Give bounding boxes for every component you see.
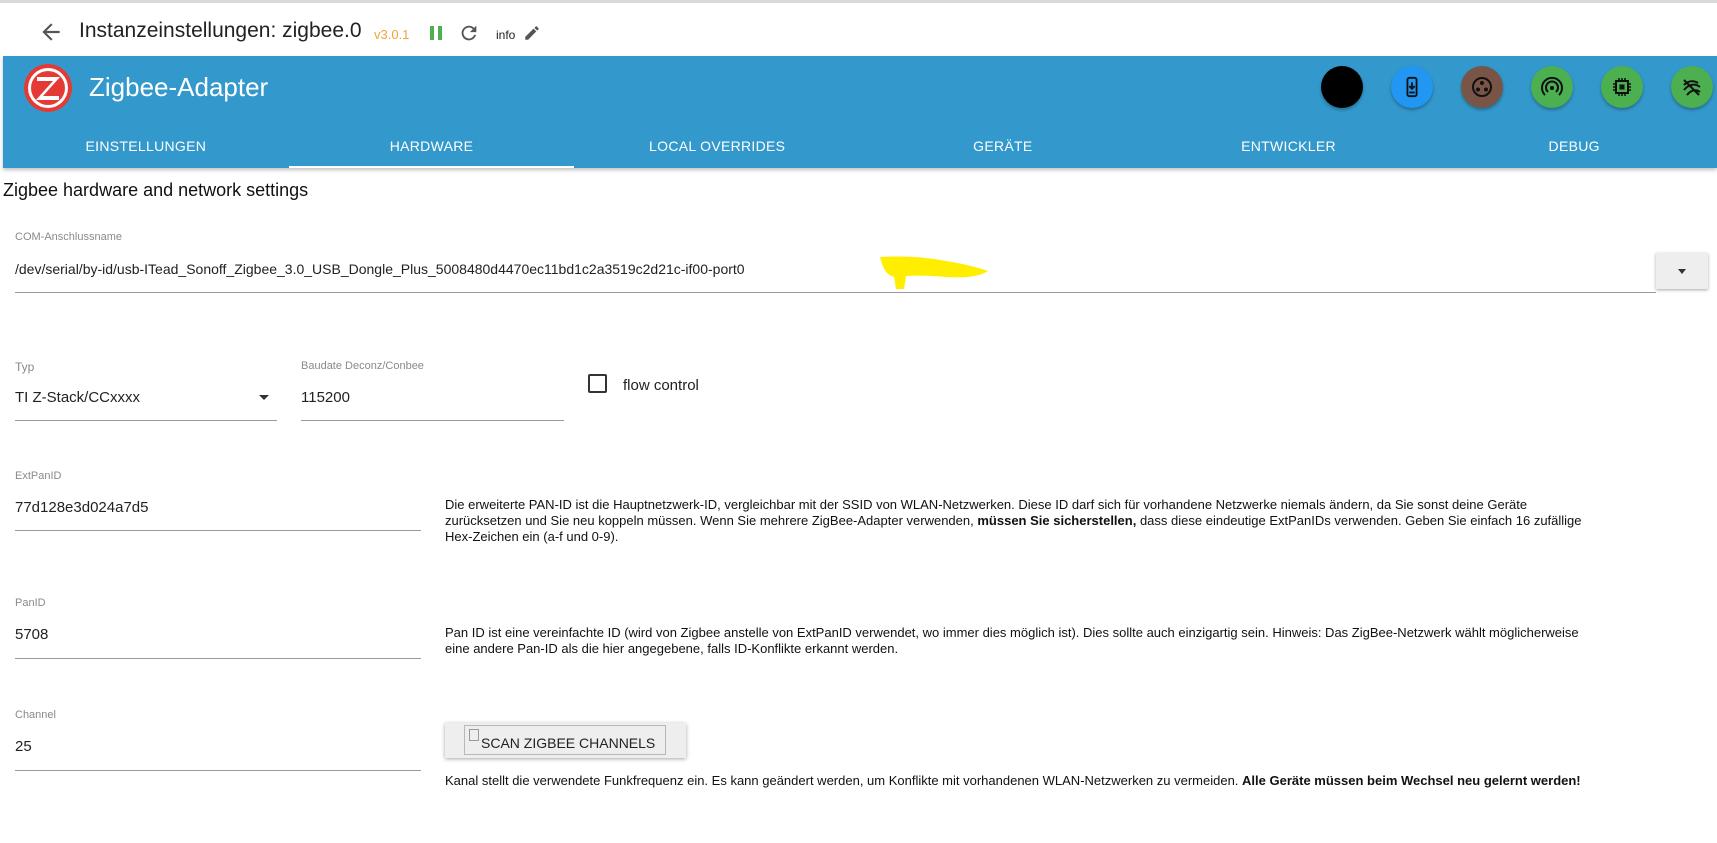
channel-help: Kanal stellt die verwendete Funkfrequenz… (445, 773, 1595, 789)
flow-control-checkbox[interactable] (588, 374, 607, 393)
port-dropdown-button[interactable] (1656, 253, 1708, 289)
black-circle-button[interactable] (1321, 66, 1363, 108)
channel-underline (15, 770, 421, 771)
type-underline (15, 420, 277, 421)
tab-hardware[interactable]: HARDWARE (288, 124, 575, 168)
tab-debug[interactable]: DEBUG (1431, 124, 1717, 168)
baudrate-label: Baudate Deconz/Conbee (301, 360, 424, 372)
flow-control-label: flow control (623, 377, 699, 394)
panid-input[interactable]: 5708 (15, 626, 48, 643)
loglevel-label: info (496, 28, 516, 42)
back-arrow-icon[interactable] (38, 19, 64, 45)
chip-icon (1613, 78, 1631, 96)
adapter-title: Zigbee-Adapter (89, 72, 269, 102)
port-underline (15, 292, 1656, 293)
tab-einstellungen[interactable]: EINSTELLUNGEN (3, 124, 289, 168)
section-title: Zigbee hardware and network settings (3, 180, 309, 200)
extpanid-input[interactable]: 77d128e3d024a7d5 (15, 499, 148, 516)
version-badge: v3.0.1 (374, 27, 410, 42)
signal-button[interactable] (1671, 66, 1713, 108)
extpanid-help-bold: müssen Sie sicherstellen, (977, 513, 1137, 528)
extpanid-help: Die erweiterte PAN-ID ist die Hauptnetzw… (445, 497, 1595, 545)
chip-button[interactable] (1601, 66, 1643, 108)
tab-local-overrides[interactable]: LOCAL OVERRIDES (574, 124, 860, 168)
channel-input[interactable]: 25 (15, 738, 32, 755)
reload-icon[interactable] (458, 22, 480, 44)
channel-label: Channel (15, 709, 56, 721)
wireless-icon (1541, 76, 1563, 96)
panid-label: PanID (15, 597, 46, 609)
signal-icon (1683, 79, 1701, 96)
caret-down-icon (1678, 268, 1686, 274)
pause-icon[interactable] (427, 23, 445, 43)
groups-button[interactable] (1461, 66, 1503, 108)
baudrate-input[interactable]: 115200 (301, 389, 350, 406)
type-label: Typ (15, 360, 35, 374)
port-label: COM-Anschlussname (15, 231, 122, 243)
extpanid-underline (15, 530, 421, 531)
settings-tabs: EINSTELLUNGEN HARDWARE LOCAL OVERRIDES G… (3, 124, 1717, 168)
tab-entwickler[interactable]: ENTWICKLER (1146, 124, 1432, 168)
download-phone-icon (1406, 76, 1418, 98)
type-select[interactable]: TI Z-Stack/CCxxxx (15, 389, 140, 406)
settings-group-icon (1472, 77, 1492, 97)
download-button[interactable] (1391, 66, 1433, 108)
scan-button-label: SCAN ZIGBEE CHANNELS (481, 735, 656, 751)
pencil-icon[interactable] (523, 24, 541, 42)
broken-image-icon (469, 729, 479, 741)
yellow-highlight-mark (880, 256, 988, 289)
adapter-appbar: Zigbee-Adapter EINSTELLUNGEN HARDWARE LO… (3, 56, 1717, 168)
panid-help: Pan ID ist eine vereinfachte ID (wird vo… (445, 625, 1579, 656)
wireless-button[interactable] (1531, 66, 1573, 108)
scan-channels-button[interactable]: SCAN ZIGBEE CHANNELS (445, 723, 686, 758)
extpanid-label: ExtPanID (15, 470, 62, 482)
zigbee-logo-icon (24, 64, 72, 112)
channel-help-part1: Kanal stellt die verwendete Funkfrequenz… (445, 773, 1239, 788)
baudrate-underline (301, 420, 564, 421)
scan-button-inner: SCAN ZIGBEE CHANNELS (464, 725, 666, 755)
channel-help-bold: Alle Geräte müssen beim Wechsel neu gele… (1242, 773, 1581, 788)
type-caret-icon[interactable] (259, 395, 269, 400)
panid-underline (15, 658, 421, 659)
port-input[interactable]: /dev/serial/by-id/usb-ITead_Sonoff_Zigbe… (15, 261, 745, 277)
page-title: Instanzeinstellungen: zigbee.0 (79, 19, 362, 42)
instance-header: Instanzeinstellungen: zigbee.0 v3.0.1 in… (0, 3, 1717, 56)
tab-geraete[interactable]: GERÄTE (860, 124, 1146, 168)
